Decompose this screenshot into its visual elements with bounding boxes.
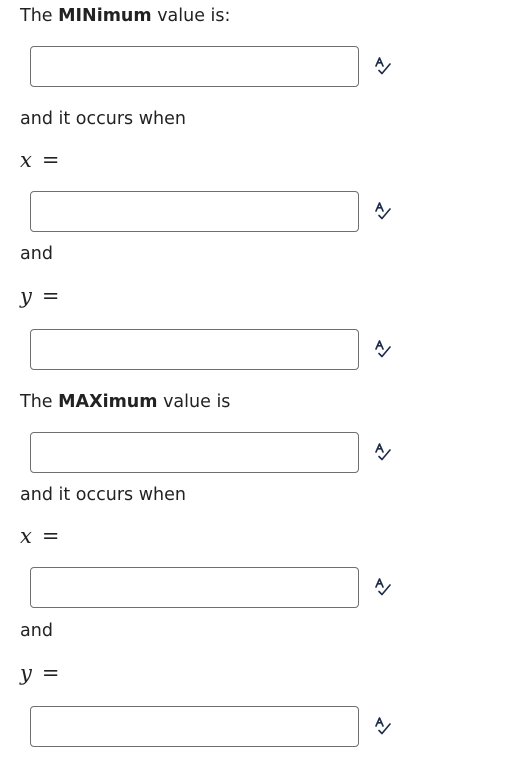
prompt-text: value is <box>157 392 231 412</box>
spellcheck-icon[interactable] <box>373 442 393 462</box>
y-variable: y <box>20 661 32 685</box>
prompt-bold-text: MINimum <box>58 6 152 26</box>
y-variable: y <box>20 284 32 308</box>
prompt-text: value is: <box>151 6 231 26</box>
min-x-label: x = <box>20 148 59 172</box>
min-occurs-label: and it occurs when <box>20 109 186 129</box>
equals-sign: = <box>41 284 60 308</box>
spellcheck-icon[interactable] <box>373 339 393 359</box>
spellcheck-icon[interactable] <box>373 716 393 736</box>
max-y-input[interactable] <box>30 706 359 747</box>
spellcheck-icon[interactable] <box>373 201 393 221</box>
min-y-label: y = <box>20 284 59 308</box>
min-and-label: and <box>20 244 53 264</box>
x-variable: x <box>20 524 32 548</box>
equals-sign: = <box>41 524 60 548</box>
prompt-text: The <box>20 6 59 26</box>
x-variable: x <box>20 148 32 172</box>
min-y-input[interactable] <box>30 329 359 370</box>
max-y-label: y = <box>20 661 59 685</box>
spellcheck-icon[interactable] <box>373 56 393 76</box>
min-value-prompt: The MINimum value is: <box>20 5 230 27</box>
min-value-input[interactable] <box>30 46 359 87</box>
prompt-text: The <box>20 392 59 412</box>
max-x-input[interactable] <box>30 567 359 608</box>
min-x-input[interactable] <box>30 191 359 232</box>
max-value-prompt: The MAXimum value is <box>20 391 230 413</box>
spellcheck-icon[interactable] <box>373 577 393 597</box>
equals-sign: = <box>41 661 60 685</box>
prompt-bold-text: MAXimum <box>58 392 158 412</box>
max-value-input[interactable] <box>30 432 359 473</box>
max-and-label: and <box>20 621 53 641</box>
max-occurs-label: and it occurs when <box>20 485 186 505</box>
max-x-label: x = <box>20 524 59 548</box>
equals-sign: = <box>41 148 60 172</box>
